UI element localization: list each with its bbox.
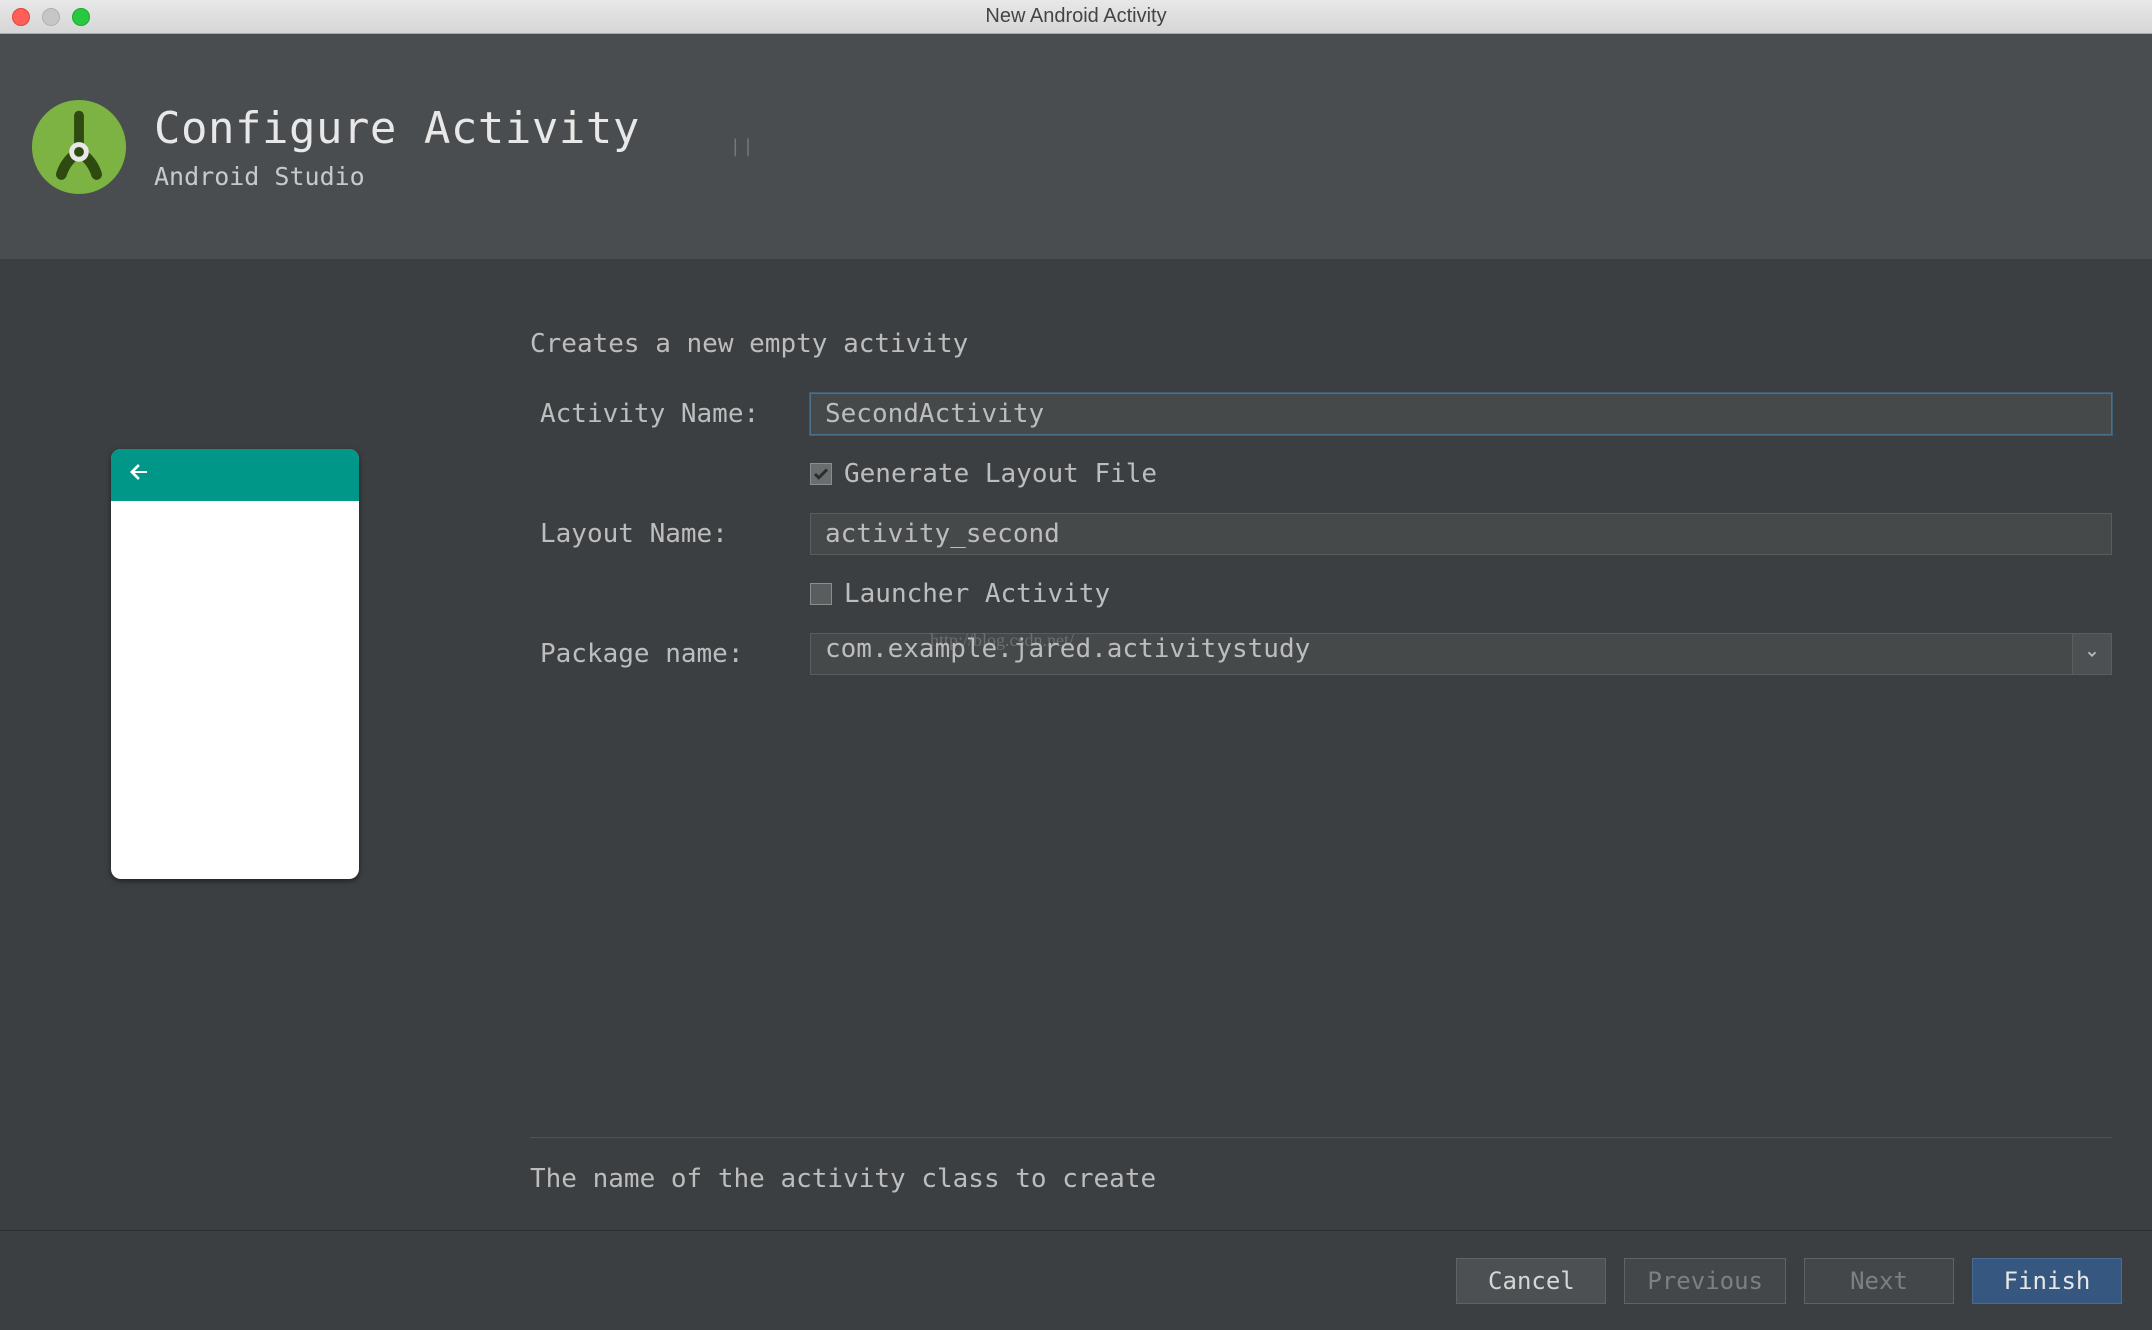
wizard-body: Creates a new empty activity Activity Na… [0,259,2152,1230]
preview-appbar [111,449,359,501]
activity-name-label: Activity Name: [530,399,810,429]
activity-preview-column [0,259,470,1230]
form-column: Creates a new empty activity Activity Na… [470,259,2152,1230]
page-title: Configure Activity [154,103,640,154]
generate-layout-checkbox[interactable] [810,463,832,485]
generate-layout-label: Generate Layout File [844,459,1157,489]
activity-preview [111,449,359,879]
form-description: Creates a new empty activity [530,329,2112,359]
launcher-activity-checkbox-row[interactable]: Launcher Activity [810,579,2112,609]
previous-button: Previous [1624,1258,1786,1304]
back-arrow-icon [127,460,151,490]
header-drag-grip-icon: || [730,136,756,157]
generate-layout-checkbox-row[interactable]: Generate Layout File [810,459,2112,489]
wizard-header: Configure Activity Android Studio || [0,34,2152,259]
finish-button[interactable]: Finish [1972,1258,2122,1304]
launcher-activity-checkbox[interactable] [810,583,832,605]
wizard-footer: Cancel Previous Next Finish [0,1230,2152,1330]
launcher-activity-label: Launcher Activity [844,579,1110,609]
package-name-label: Package name: [530,639,810,669]
window-title: New Android Activity [0,5,2152,28]
cancel-button[interactable]: Cancel [1456,1258,1606,1304]
page-subtitle: Android Studio [154,162,640,191]
activity-name-input[interactable] [810,393,2112,435]
package-name-dropdown-button[interactable] [2072,633,2112,675]
chevron-down-icon [2085,642,2099,667]
package-name-combo[interactable]: com.example.jared.activitystudy [810,633,2112,675]
next-button: Next [1804,1258,1954,1304]
layout-name-label: Layout Name: [530,519,810,549]
titlebar: New Android Activity [0,0,2152,34]
package-name-input[interactable]: com.example.jared.activitystudy [810,633,2072,675]
hint-text: The name of the activity class to create [530,1138,2112,1230]
android-studio-logo-icon [30,98,128,196]
layout-name-input[interactable] [810,513,2112,555]
